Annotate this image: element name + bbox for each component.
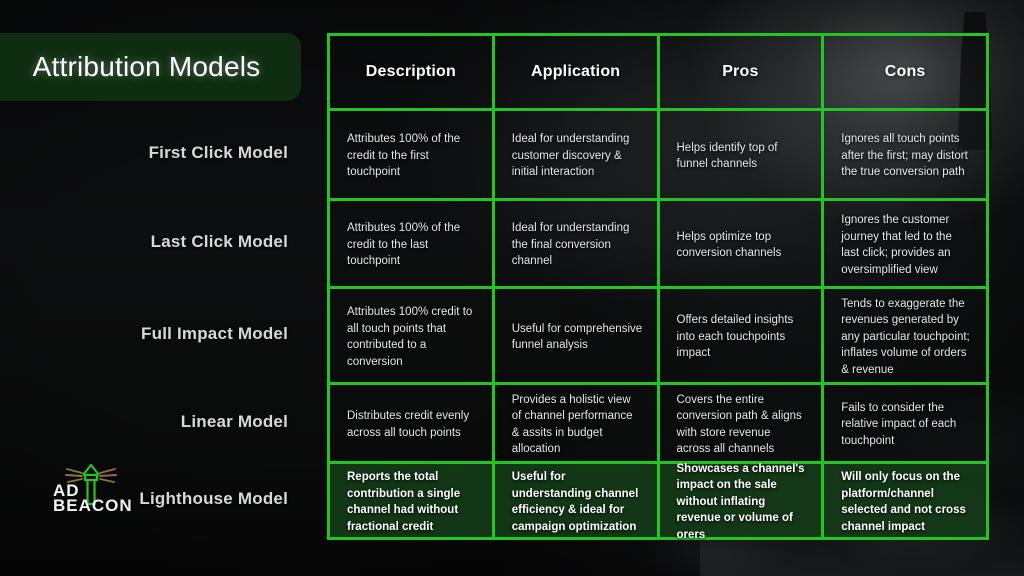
- table-row: Attributes 100% of the credit to the las…: [330, 198, 986, 286]
- column-header-label: Application: [530, 63, 621, 80]
- table-cell: Useful for understanding channel efficie…: [491, 464, 657, 537]
- row-label-first-click-model: First Click Model: [148, 143, 288, 162]
- table-cell: Attributes 100% of the credit to the las…: [330, 201, 492, 286]
- column-header-application: Application: [491, 36, 657, 108]
- table-cell: Ideal for understanding the final conver…: [491, 201, 657, 286]
- row-label-full-impact-model: Full Impact Model: [141, 324, 288, 343]
- row-label-linear-model: Linear Model: [180, 411, 288, 431]
- table-cell: Will only focus on the platform/channel …: [821, 464, 986, 537]
- table-cell: Attributes 100% of the credit to the fir…: [330, 111, 492, 198]
- table-row: Reports the total contribution a single …: [330, 461, 986, 541]
- table-cell-text: Useful for understanding channel efficie…: [511, 471, 639, 533]
- table-cell-text: Helps optimize top conversion channels: [676, 230, 782, 260]
- table-cell-text: Provides a holistic view of channel perf…: [511, 393, 633, 456]
- table-cell-text: Ideal for understanding customer discove…: [511, 133, 630, 179]
- table-cell-text: Fails to consider the relative impact of…: [841, 401, 957, 447]
- table-cell: Reports the total contribution a single …: [330, 464, 492, 537]
- attribution-models-table: Description Application Pros Cons Attribute…: [327, 33, 989, 541]
- logo-text-beacon: BEACON: [53, 496, 133, 515]
- table-row: Attributes 100% credit to all touch poin…: [330, 286, 986, 382]
- table-cell: Ignores all touch points after the first…: [821, 111, 986, 198]
- table-cell: Helps identify top of funnel channels: [656, 111, 822, 198]
- table-cell-text: Attributes 100% credit to all touch poin…: [347, 306, 473, 368]
- table-row: Attributes 100% of the credit to the fir…: [330, 108, 986, 198]
- table-cell: Showcases a channel's impact on the sale…: [656, 463, 822, 541]
- table-cell: Ignores the customer journey that led to…: [821, 201, 986, 286]
- ad-beacon-logo: AD BEACON: [45, 458, 137, 516]
- column-header-label: Pros: [722, 63, 759, 80]
- table-cell-text: Covers the entire conversion path & alig…: [676, 393, 802, 456]
- table-cell-text: Attributes 100% of the credit to the las…: [347, 222, 461, 268]
- table-cell: Offers detailed insights into each touch…: [656, 289, 822, 382]
- table-cell: Fails to consider the relative impact of…: [821, 385, 986, 461]
- table-cell: Ideal for understanding customer discove…: [491, 111, 657, 198]
- table-cell-text: Helps identify top of funnel channels: [676, 141, 778, 171]
- table-cell: Distributes credit evenly across all tou…: [330, 385, 492, 461]
- table-cell-text: Ignores all touch points after the first…: [841, 133, 968, 179]
- row-label-lighthouse-model: Lighthouse Model: [139, 489, 288, 508]
- column-header-pros: Pros: [656, 36, 822, 108]
- table-cell-text: Distributes credit evenly across all tou…: [347, 410, 470, 439]
- row-label-last-click-model: Last Click Model: [150, 232, 288, 251]
- column-header-label: Cons: [884, 63, 926, 80]
- column-header-cons: Cons: [821, 36, 986, 108]
- table-cell-text: Showcases a channel's impact on the sale…: [676, 462, 805, 541]
- table-cell: Provides a holistic view of channel perf…: [491, 385, 657, 461]
- table-header-row: Description Application Pros Cons: [330, 36, 986, 108]
- column-header-description: Description: [330, 36, 492, 108]
- table-cell-text: Useful for comprehensive funnel analysis: [511, 322, 643, 352]
- table-cell-text: Offers detailed insights into each touch…: [676, 314, 794, 360]
- table-cell-text: Ignores the customer journey that led to…: [841, 214, 952, 276]
- table-cell: Tends to exaggerate the revenues generat…: [821, 289, 986, 382]
- table-cell: Attributes 100% credit to all touch poin…: [330, 289, 492, 382]
- table-cell: Covers the entire conversion path & alig…: [656, 385, 822, 461]
- table-cell-text: Reports the total contribution a single …: [347, 471, 461, 533]
- slide-canvas: Attribution Models First Click Model Last…: [0, 0, 1024, 576]
- column-header-label: Description: [365, 63, 456, 80]
- table-cell-text: Ideal for understanding the final conver…: [511, 222, 630, 268]
- table-cell: Helps optimize top conversion channels: [656, 201, 822, 286]
- table-row: Distributes credit evenly across all tou…: [330, 382, 986, 461]
- table-cell-text: Tends to exaggerate the revenues generat…: [841, 297, 970, 376]
- table-cell-text: Attributes 100% of the credit to the fir…: [347, 133, 461, 179]
- table-cell-text: Will only focus on the platform/channel …: [841, 471, 966, 533]
- table-cell: Useful for comprehensive funnel analysis: [491, 289, 657, 382]
